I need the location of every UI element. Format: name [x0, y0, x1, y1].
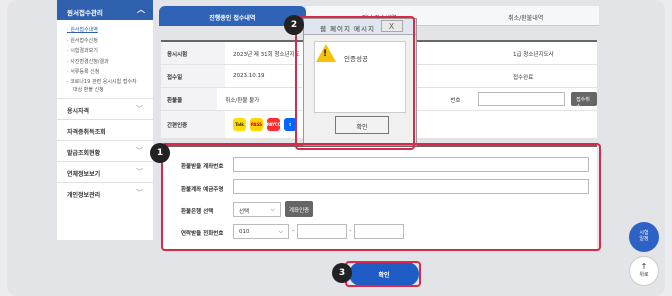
highlight-refund-form: [161, 143, 601, 251]
app-window: 원서접수관리 ︿ · 원서접수내역 · 원서접수신청 · 시험결과보기 · 사진…: [7, 0, 665, 296]
kakao-icon[interactable]: Talk: [233, 118, 246, 131]
exam-schedule-button[interactable]: 시험 일정: [629, 222, 659, 252]
exam-schedule-label: 일정: [639, 236, 649, 242]
info-label: 간편인증: [161, 111, 225, 138]
chevron-down-icon: ﹀: [136, 167, 143, 176]
sidebar-item-qualification[interactable]: 응시자격 ﹀: [57, 97, 153, 119]
info-value-right: 접수완료: [513, 75, 534, 81]
callout-number: 3: [332, 263, 352, 283]
chevron-down-icon: ﹀: [136, 104, 143, 113]
sidebar-sub-item[interactable]: · 원서접수내역: [67, 25, 153, 36]
chevron-up-icon: ︿: [137, 5, 145, 14]
sidebar-sub-item[interactable]: · 코로나19 관련 응시시험 접수자: [67, 78, 153, 86]
scroll-top-button[interactable]: ↑ 위로: [629, 256, 659, 286]
info-label: 접수일: [161, 65, 225, 87]
highlight-confirm-button: [345, 261, 421, 287]
sidebar-sub-list: · 원서접수내역 · 원서접수신청 · 시험결과보기 · 사진변경신청/결과 ·…: [57, 20, 153, 98]
callout-number: 2: [284, 15, 304, 35]
chevron-down-icon: ﹀: [136, 146, 143, 155]
cancel-application-button[interactable]: 접수취소: [571, 92, 598, 110]
sidebar-item-privacy[interactable]: 개인정보관리 ﹀: [57, 181, 153, 203]
number-input[interactable]: [478, 92, 566, 106]
callout-number: 1: [150, 143, 170, 163]
sidebar-sub-item-cont[interactable]: 대상 환불 신청: [67, 86, 153, 94]
tab-cancelled[interactable]: 취소/환불내역: [452, 6, 600, 26]
sidebar-sub-item[interactable]: · 시험결과보기: [67, 46, 153, 57]
sidebar-sub-item[interactable]: · 서류등록 신청: [67, 67, 153, 78]
chevron-down-icon: ﹀: [136, 188, 143, 197]
arrow-up-icon: ↑: [640, 262, 648, 271]
sidebar: 원서접수관리 ︿ · 원서접수내역 · 원서접수신청 · 시험결과보기 · 사진…: [57, 0, 153, 240]
auth-icon-group: Talk PASS PAYCO t: [225, 111, 299, 138]
sidebar-item-overdue[interactable]: 연체정보보기 ﹀: [57, 160, 153, 182]
sidebar-header[interactable]: 원서접수관리 ︿: [57, 0, 153, 20]
pass-icon[interactable]: PASS: [249, 118, 263, 131]
payco-icon[interactable]: PAYCO: [266, 118, 281, 131]
sidebar-header-label: 원서접수관리: [67, 9, 103, 17]
info-label: 응시시험: [161, 42, 225, 64]
info-value-right: 1급 청소년지도사: [513, 52, 554, 58]
sidebar-sub-item[interactable]: · 원서접수신청: [67, 36, 153, 47]
sidebar-item-license-check[interactable]: 자격증취득조회: [57, 118, 153, 140]
info-label: 환불율: [161, 88, 218, 110]
highlight-dialog: [295, 16, 415, 150]
sidebar-sub-item[interactable]: · 사진변경신청/결과: [67, 57, 153, 68]
scroll-top-label: 위로: [639, 272, 649, 278]
sidebar-item-issuance[interactable]: 발급조회현황 ﹀: [57, 139, 153, 161]
info-label-right: 번호: [450, 98, 461, 104]
